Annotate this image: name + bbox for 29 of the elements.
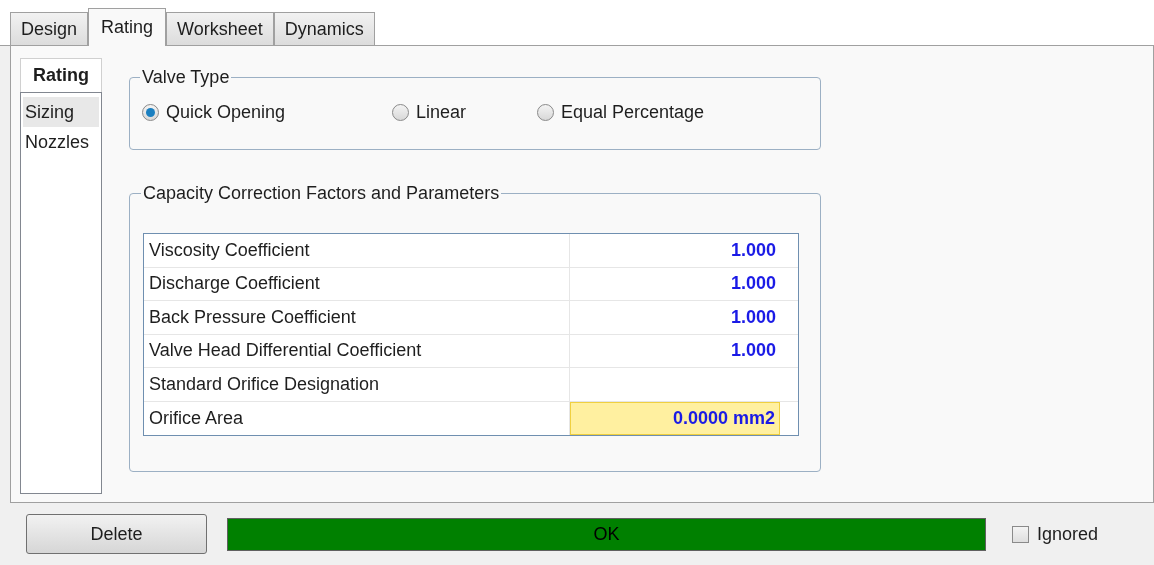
radio-label: Quick Opening	[166, 101, 286, 124]
radio-button[interactable]	[142, 104, 159, 121]
radio-label: Linear	[416, 101, 467, 124]
parameter-label: Discharge Coefficient	[144, 267, 570, 300]
checkbox-label: Ignored	[1037, 522, 1099, 546]
radio-button[interactable]	[537, 104, 554, 121]
tab[interactable]: Rating	[88, 8, 167, 46]
radio-label: Equal Percentage	[561, 101, 705, 124]
group-title: Capacity Correction Factors and Parameters	[142, 182, 501, 205]
tab[interactable]: Worksheet	[166, 12, 274, 45]
group-title: Valve Type	[141, 66, 231, 89]
status-bar: OK	[227, 517, 986, 551]
parameter-label: Back Pressure Coefficient	[144, 301, 570, 334]
parameter-value[interactable]: 1.000	[570, 267, 780, 300]
delete-button[interactable]: Delete	[26, 514, 207, 554]
parameter-label: Valve Head Differential Coefficient	[144, 334, 570, 367]
parameter-value[interactable]: 0.0000 mm2	[570, 401, 780, 435]
sidebar-item[interactable]: Nozzles	[23, 127, 99, 157]
sidebar-header: Rating	[20, 58, 102, 92]
parameter-value[interactable]: 1.000	[570, 234, 780, 267]
parameter-label: Standard Orifice Designation	[144, 368, 570, 401]
parameter-value[interactable]: 1.000	[570, 334, 780, 367]
parameter-label: Viscosity Coefficient	[144, 234, 570, 267]
parameter-value[interactable]: 1.000	[570, 301, 780, 334]
checkbox[interactable]	[1012, 525, 1029, 543]
tab[interactable]: Dynamics	[273, 12, 375, 45]
tab[interactable]: Design	[10, 12, 89, 45]
radio-button[interactable]	[392, 104, 409, 121]
sidebar-item[interactable]: Sizing	[23, 97, 99, 127]
